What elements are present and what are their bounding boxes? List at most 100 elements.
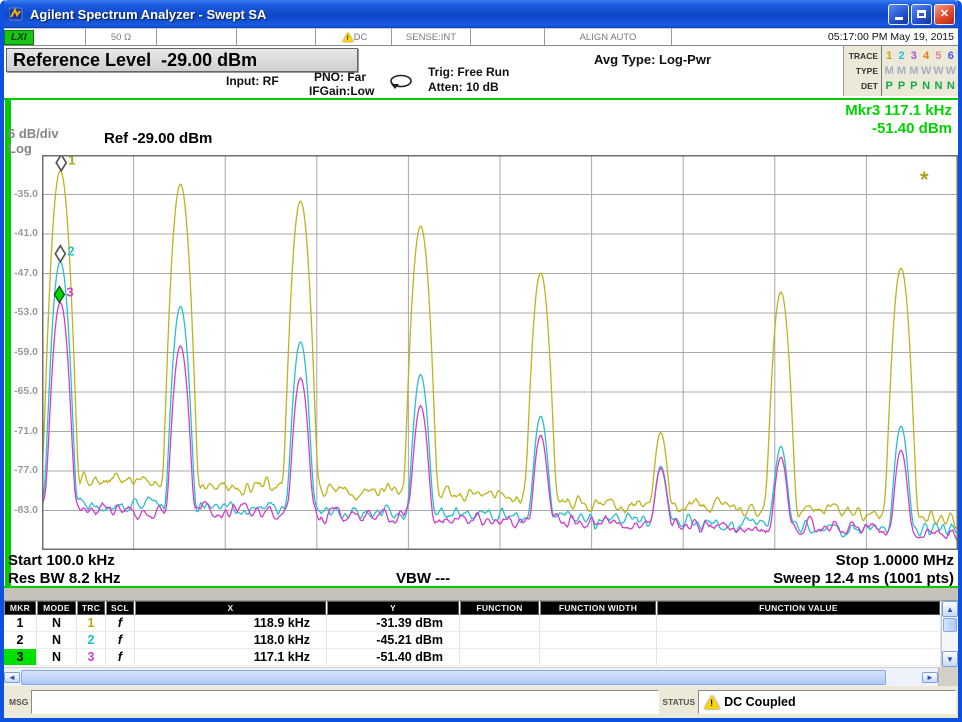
marker-table-header: MKR MODE TRC SCL X Y FUNCTION FUNCTION W… [4, 601, 941, 615]
title-bar[interactable]: Agilent Spectrum Analyzer - Swept SA ✕ [4, 0, 958, 28]
start-frequency-annotation: Start 100.0 kHz [8, 552, 115, 569]
marker3-x-value: 117.1 kHz [135, 649, 327, 666]
trace6-type[interactable]: W [945, 65, 957, 77]
marker1-function-value [657, 615, 941, 632]
close-button[interactable]: ✕ [934, 4, 955, 25]
trace4-num[interactable]: 4 [920, 50, 932, 62]
table-vertical-scrollbar[interactable]: ▲ ▼ [941, 601, 958, 667]
table-horizontal-scrollbar[interactable]: ◄ ► [4, 667, 958, 686]
align-cell: ALIGN AUTO [545, 28, 672, 45]
marker3-function-width [540, 649, 657, 666]
y-tick-label: -83.0 [14, 504, 38, 516]
status-box: ! DC Coupled [698, 690, 956, 714]
reference-level-display[interactable]: Reference Level -29.00 dBm [6, 48, 358, 72]
vertical-scroll-thumb[interactable] [943, 618, 957, 632]
pno-setting: PNO: Far [314, 70, 366, 84]
horizontal-scroll-thumb[interactable] [21, 670, 886, 685]
scroll-up-icon[interactable]: ▲ [942, 601, 958, 617]
trace-legend-det-row: PPPNNN [883, 80, 957, 92]
trace5-num[interactable]: 5 [932, 50, 944, 62]
marker2-function [460, 632, 540, 649]
maximize-button[interactable] [911, 4, 932, 25]
marker2-trace: 2 [77, 632, 106, 649]
trace-legend-row-label: DET [861, 81, 878, 91]
marker-table-region: MKR MODE TRC SCL X Y FUNCTION FUNCTION W… [4, 601, 958, 667]
active-marker-readout: Mkr3 117.1 kHz -51.40 dBm [845, 102, 952, 138]
marker-row-1[interactable]: 1 N 1 f 118.9 kHz -31.39 dBm [4, 615, 941, 632]
trace2-num[interactable]: 2 [895, 50, 907, 62]
marker-row-3[interactable]: 3 N 3 f 117.1 kHz -51.40 dBm [4, 649, 941, 666]
res-bw-annotation: Res BW 8.2 kHz [8, 570, 121, 587]
continuous-sweep-icon [386, 74, 416, 90]
sweep-annotation: Sweep 12.4 ms (1001 pts) [773, 570, 954, 587]
scrollbar-corner [938, 668, 958, 686]
trace1-type[interactable]: M [883, 65, 895, 77]
trace5-det[interactable]: N [932, 80, 944, 92]
marker-table: MKR MODE TRC SCL X Y FUNCTION FUNCTION W… [4, 601, 941, 667]
trace5-type[interactable]: W [932, 65, 944, 77]
window-title: Agilent Spectrum Analyzer - Swept SA [30, 7, 886, 22]
marker3-scale: f [106, 649, 135, 666]
msg-label: MSG [6, 697, 31, 707]
minimize-button[interactable] [888, 4, 909, 25]
marker-3-number: 3 [66, 284, 73, 299]
trace6-num[interactable]: 6 [945, 50, 957, 62]
dc-coupling-label: DC [354, 32, 368, 43]
marker-1-diamond-icon[interactable] [56, 155, 66, 171]
marker2-function-value [657, 632, 941, 649]
y-tick-label: -77.0 [14, 464, 38, 476]
marker-readout-amplitude: -51.40 dBm [845, 120, 952, 138]
header-mkr: MKR [4, 601, 36, 615]
lxi-cell: LXI [4, 28, 86, 45]
display-left-border [5, 100, 11, 586]
marker2-id: 2 [4, 632, 37, 649]
application-window: Agilent Spectrum Analyzer - Swept SA ✕ L… [0, 0, 962, 722]
header-function-width: FUNCTION WIDTH [540, 601, 656, 615]
marker1-id: 1 [4, 615, 37, 632]
measurement-settings-bar: Reference Level -29.00 dBm Input: RF PNO… [4, 46, 958, 98]
status-label: STATUS [659, 697, 698, 707]
spectrum-display: 6 dB/div Log Ref -29.00 dBm Mkr3 117.1 k… [4, 98, 958, 588]
trigger-setting: Trig: Free Run [428, 65, 509, 79]
trace4-det[interactable]: N [920, 80, 932, 92]
dc-coupling-cell: ! DC [316, 28, 392, 45]
header-function-value: FUNCTION VALUE [657, 601, 940, 615]
marker-1-number: 1 [68, 155, 75, 168]
marker2-x-value: 118.0 kHz [135, 632, 327, 649]
header-function: FUNCTION [460, 601, 539, 615]
scroll-down-icon[interactable]: ▼ [942, 651, 958, 667]
scroll-right-icon[interactable]: ► [922, 672, 938, 683]
marker2-y-value: -45.21 dBm [327, 632, 460, 649]
marker-row-2[interactable]: 2 N 2 f 118.0 kHz -45.21 dBm [4, 632, 941, 649]
marker2-mode: N [37, 632, 77, 649]
status-cell-empty-3 [471, 28, 545, 45]
trace-legend-values: 123456MMMWWWPPPNNN [882, 46, 958, 96]
trace3-det[interactable]: P [908, 80, 920, 92]
trace3-type[interactable]: M [908, 65, 920, 77]
trace6-det[interactable]: N [945, 80, 957, 92]
trace3-num[interactable]: 3 [908, 50, 920, 62]
y-tick-label: -71.0 [14, 425, 38, 437]
status-text: DC Coupled [724, 695, 796, 709]
trace2-type[interactable]: M [895, 65, 907, 77]
marker1-mode: N [37, 615, 77, 632]
trace1-det[interactable]: P [883, 80, 895, 92]
scale-type-label: Log [8, 141, 32, 156]
scroll-left-icon[interactable]: ◄ [4, 672, 20, 683]
scale-per-div-label: 6 dB/div [8, 126, 59, 141]
marker-2-diamond-icon[interactable] [55, 246, 65, 262]
y-tick-label: -59.0 [14, 346, 38, 358]
trace-legend-panel[interactable]: TRACETYPEDET 123456MMMWWWPPPNNN [843, 46, 958, 96]
marker-3-diamond-icon[interactable] [54, 286, 64, 302]
message-status-bar: MSG STATUS ! DC Coupled [4, 686, 958, 718]
y-tick-label: -35.0 [14, 188, 38, 200]
header-mode: MODE [37, 601, 76, 615]
input-setting: Input: RF [226, 74, 279, 88]
trace1-num[interactable]: 1 [883, 50, 895, 62]
trace4-type[interactable]: W [920, 65, 932, 77]
trace2-det[interactable]: P [895, 80, 907, 92]
marker1-scale: f [106, 615, 135, 632]
y-tick-label: -41.0 [14, 227, 38, 239]
warning-icon: ! [342, 32, 353, 42]
minimize-icon [895, 17, 903, 20]
